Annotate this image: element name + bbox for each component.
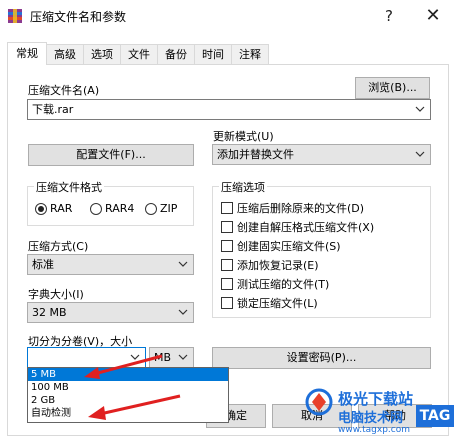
chevron-down-icon[interactable] xyxy=(413,100,427,119)
checkbox[interactable] xyxy=(221,259,233,271)
browse-button[interactable]: 浏览(B)... xyxy=(355,77,430,99)
method-label: 压缩方式(C) xyxy=(28,240,89,253)
window-title: 压缩文件名和参数 xyxy=(30,10,127,24)
tab-options[interactable]: 选项 xyxy=(83,44,121,65)
profiles-button[interactable]: 配置文件(F)... xyxy=(28,144,194,166)
checkbox[interactable] xyxy=(221,240,233,252)
archive-name-field[interactable]: 下载.rar xyxy=(27,99,431,120)
option-solid[interactable]: 创建固实压缩文件(S) xyxy=(221,238,341,254)
option-create-sfx[interactable]: 创建自解压格式压缩文件(X) xyxy=(221,219,374,235)
checkbox[interactable] xyxy=(221,202,233,214)
radio-zip-label: ZIP xyxy=(160,202,178,215)
watermark-line2: 电脑技术网 xyxy=(338,411,404,426)
radio-rar4-indicator[interactable] xyxy=(90,202,102,215)
tab-comment[interactable]: 注释 xyxy=(231,44,269,65)
tab-backup[interactable]: 备份 xyxy=(157,44,195,65)
option-label: 测试压缩的文件(T) xyxy=(237,278,330,291)
radio-rar4[interactable]: RAR4 xyxy=(90,202,134,215)
compression-options-title: 压缩选项 xyxy=(219,179,267,195)
option-test-files[interactable]: 测试压缩的文件(T) xyxy=(221,276,329,292)
radio-rar-indicator[interactable] xyxy=(35,202,47,215)
watermark: 极光下载站 电脑技术网 www.tagxp.com TAG xyxy=(300,385,456,443)
update-mode-label: 更新模式(U) xyxy=(213,130,274,143)
radio-zip-indicator[interactable] xyxy=(145,202,157,215)
tab-bar: 常规 高级 选项 文件 备份 时间 注释 xyxy=(7,42,269,65)
tab-time[interactable]: 时间 xyxy=(194,44,232,65)
option-lock-archive[interactable]: 锁定压缩文件(L) xyxy=(221,295,318,311)
method-value: 标准 xyxy=(32,258,54,271)
chevron-down-icon[interactable] xyxy=(176,348,190,367)
update-mode-select[interactable]: 添加并替换文件 xyxy=(212,144,431,165)
radio-zip[interactable]: ZIP xyxy=(145,202,177,215)
winrar-icon xyxy=(7,8,23,24)
checkbox[interactable] xyxy=(221,221,233,233)
option-label: 添加恢复记录(E) xyxy=(237,259,319,272)
chevron-down-icon[interactable] xyxy=(413,145,427,164)
archive-name-label: 压缩文件名(A) xyxy=(28,84,100,97)
method-select[interactable]: 标准 xyxy=(27,254,194,275)
watermark-tag-badge: TAG xyxy=(416,405,454,427)
watermark-logo-icon xyxy=(305,388,333,416)
tab-files[interactable]: 文件 xyxy=(120,44,158,65)
dict-size-value: 32 MB xyxy=(32,306,67,319)
checkbox[interactable] xyxy=(221,278,233,290)
option-recovery-record[interactable]: 添加恢复记录(E) xyxy=(221,257,319,273)
annotation-arrow-icon xyxy=(88,394,181,420)
option-delete-after[interactable]: 压缩后删除原来的文件(D) xyxy=(221,200,364,216)
archive-format-title: 压缩文件格式 xyxy=(34,179,104,195)
option-label: 锁定压缩文件(L) xyxy=(237,297,318,310)
watermark-url: www.tagxp.com xyxy=(338,425,410,435)
tab-advanced[interactable]: 高级 xyxy=(46,44,84,65)
title-bar: 压缩文件名和参数 ? ✕ xyxy=(0,0,456,32)
chevron-down-icon[interactable] xyxy=(176,303,190,322)
dict-size-select[interactable]: 32 MB xyxy=(27,302,194,323)
tab-general[interactable]: 常规 xyxy=(7,42,47,65)
dict-size-label: 字典大小(I) xyxy=(28,288,84,301)
close-icon[interactable]: ✕ xyxy=(423,6,443,26)
option-label: 压缩后删除原来的文件(D) xyxy=(237,202,365,215)
chevron-down-icon[interactable] xyxy=(176,255,190,274)
set-password-button[interactable]: 设置密码(P)... xyxy=(212,347,431,369)
option-label: 创建自解压格式压缩文件(X) xyxy=(237,221,375,234)
archive-name-value: 下载.rar xyxy=(32,103,74,116)
radio-rar[interactable]: RAR xyxy=(35,202,72,215)
radio-rar4-label: RAR4 xyxy=(105,202,135,215)
radio-rar-label: RAR xyxy=(50,202,73,215)
update-mode-value: 添加并替换文件 xyxy=(217,148,294,161)
option-label: 创建固实压缩文件(S) xyxy=(237,240,341,253)
watermark-line1: 极光下载站 xyxy=(338,390,414,408)
annotation-arrow-icon xyxy=(84,354,163,379)
help-icon[interactable]: ? xyxy=(379,6,399,26)
checkbox[interactable] xyxy=(221,297,233,309)
